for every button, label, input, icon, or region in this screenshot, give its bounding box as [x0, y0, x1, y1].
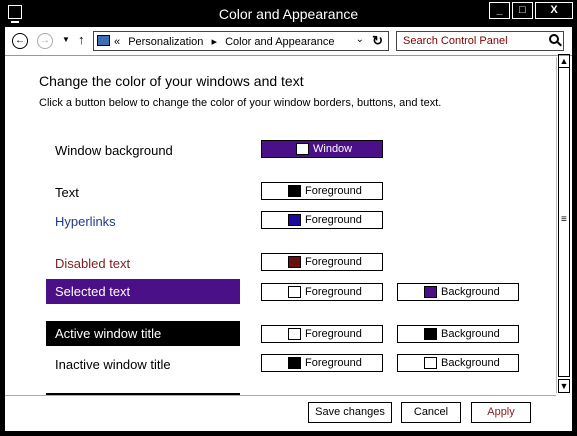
maximize-button[interactable]: □: [512, 2, 533, 19]
selected-text-foreground-button[interactable]: Foreground: [261, 283, 383, 301]
dialog-footer: Save changes Cancel Apply: [5, 395, 556, 431]
button-label: Window: [313, 143, 353, 155]
color-swatch: [288, 185, 301, 197]
back-arrow-icon[interactable]: ←: [12, 33, 28, 49]
save-changes-button[interactable]: Save changes: [308, 402, 392, 423]
button-label: Foreground: [305, 357, 362, 369]
window-body: ← → ▼ ↑ « Personalization ▸ Color and Ap…: [5, 27, 572, 431]
active-window-title-label: Active window title: [46, 321, 240, 346]
button-label: Foreground: [305, 328, 362, 340]
button-label: Foreground: [305, 214, 362, 226]
forward-arrow-icon[interactable]: →: [37, 33, 53, 49]
address-dropdown-icon[interactable]: ⌄: [356, 34, 364, 45]
breadcrumb-item[interactable]: Personalization: [128, 36, 203, 48]
button-label: Background: [441, 357, 500, 369]
grip-icon: ≡: [561, 214, 567, 225]
address-box[interactable]: « Personalization ▸ Color and Appearance…: [93, 31, 389, 51]
text-foreground-button[interactable]: Foreground: [261, 182, 383, 200]
color-swatch: [288, 214, 301, 226]
overflow-chevron-icon[interactable]: «: [114, 36, 120, 48]
text-label: Text: [55, 185, 79, 200]
address-bar: ← → ▼ ↑ « Personalization ▸ Color and Ap…: [5, 27, 572, 56]
button-label: Background: [441, 328, 500, 340]
refresh-icon[interactable]: ↻: [372, 33, 383, 49]
chevron-down-icon[interactable]: ▼: [62, 35, 70, 44]
hyperlinks-label: Hyperlinks: [55, 214, 116, 229]
search-icon[interactable]: [549, 34, 559, 44]
apply-button[interactable]: Apply: [471, 402, 531, 423]
button-label: Foreground: [305, 286, 362, 298]
color-swatch: [288, 328, 301, 340]
inactive-title-background-button[interactable]: Background: [397, 354, 519, 372]
selected-text-background-button[interactable]: Background: [397, 283, 519, 301]
search-box: [396, 31, 564, 51]
cancel-button[interactable]: Cancel: [401, 402, 461, 423]
up-arrow-icon[interactable]: ↑: [78, 32, 85, 47]
breadcrumb: « Personalization ▸ Color and Appearance: [114, 35, 340, 48]
search-input[interactable]: [397, 32, 542, 50]
breadcrumb-separator-icon[interactable]: ▸: [211, 36, 217, 48]
active-title-background-button[interactable]: Background: [397, 325, 519, 343]
color-swatch: [288, 357, 301, 369]
scrollbar-thumb[interactable]: ≡: [558, 67, 570, 377]
color-swatch: [424, 328, 437, 340]
button-label: Foreground: [305, 256, 362, 268]
color-swatch: [288, 256, 301, 268]
control-panel-icon: [97, 35, 110, 46]
close-button[interactable]: X: [535, 2, 573, 19]
title-bar: Color and Appearance _ □ X: [0, 0, 577, 27]
inactive-window-title-label: Inactive window title: [55, 357, 171, 372]
color-swatch: [424, 357, 437, 369]
vertical-scrollbar[interactable]: ▲ ≡ ▼: [556, 54, 571, 393]
button-label: Foreground: [305, 185, 362, 197]
hyperlinks-foreground-button[interactable]: Foreground: [261, 211, 383, 229]
color-swatch: [296, 143, 309, 155]
scroll-down-icon[interactable]: ▼: [558, 379, 570, 393]
disabled-text-label: Disabled text: [55, 256, 131, 271]
page-instructions: Click a button below to change the color…: [39, 97, 442, 109]
button-label: Background: [441, 286, 500, 298]
scroll-up-icon[interactable]: ▲: [558, 54, 570, 68]
page-title: Change the color of your windows and tex…: [39, 73, 304, 89]
disabled-text-foreground-button[interactable]: Foreground: [261, 253, 383, 271]
inactive-title-foreground-button[interactable]: Foreground: [261, 354, 383, 372]
breadcrumb-item[interactable]: Color and Appearance: [225, 36, 334, 48]
active-title-foreground-button[interactable]: Foreground: [261, 325, 383, 343]
selected-text-label: Selected text: [46, 279, 240, 304]
window-color-button[interactable]: Window: [261, 140, 383, 158]
window-background-label: Window background: [55, 143, 173, 158]
color-swatch: [424, 286, 437, 298]
minimize-button[interactable]: _: [489, 2, 510, 19]
color-swatch: [288, 286, 301, 298]
